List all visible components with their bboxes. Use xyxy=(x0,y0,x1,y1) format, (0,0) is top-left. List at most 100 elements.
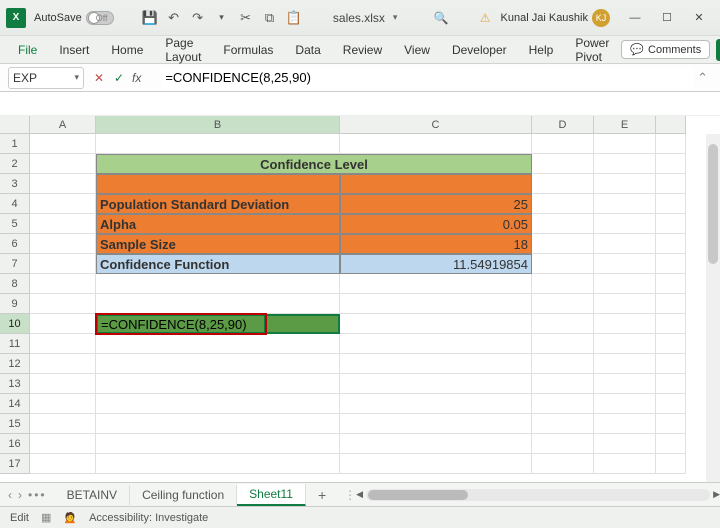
cell[interactable] xyxy=(96,134,340,154)
row-header[interactable]: 13 xyxy=(0,374,30,394)
tab-formulas[interactable]: Formulas xyxy=(213,39,283,61)
row-header[interactable]: 14 xyxy=(0,394,30,414)
avatar[interactable]: KJ xyxy=(592,9,610,27)
hscroll-left-icon[interactable]: ◀ xyxy=(356,489,363,500)
cut-icon[interactable]: ✂ xyxy=(238,10,254,26)
row-header[interactable]: 1 xyxy=(0,134,30,154)
col-header-d[interactable]: D xyxy=(532,116,594,134)
row-header[interactable]: 7 xyxy=(0,254,30,274)
value-sample[interactable]: 18 xyxy=(340,234,532,254)
cell[interactable] xyxy=(656,194,686,214)
col-header-e[interactable]: E xyxy=(594,116,656,134)
vscroll-thumb[interactable] xyxy=(708,144,718,264)
cell[interactable] xyxy=(532,454,594,474)
copy-icon[interactable]: ⧉ xyxy=(262,10,278,26)
cell[interactable] xyxy=(594,334,656,354)
row-header[interactable]: 6 xyxy=(0,234,30,254)
share-button[interactable]: ↗ xyxy=(716,39,720,61)
sheet-tab-betainv[interactable]: BETAINV xyxy=(55,485,130,505)
accessibility-label[interactable]: Accessibility: Investigate xyxy=(89,512,208,524)
cell[interactable] xyxy=(30,394,96,414)
cell[interactable] xyxy=(30,454,96,474)
label-alpha[interactable]: Alpha xyxy=(96,214,340,234)
cell[interactable] xyxy=(340,394,532,414)
row-header[interactable]: 2 xyxy=(0,154,30,174)
cancel-formula-icon[interactable]: ✕ xyxy=(92,71,106,85)
add-sheet-button[interactable]: + xyxy=(306,487,338,503)
row-header[interactable]: 11 xyxy=(0,334,30,354)
cell[interactable] xyxy=(532,274,594,294)
tab-home[interactable]: Home xyxy=(101,39,153,61)
cell[interactable] xyxy=(30,194,96,214)
cell[interactable] xyxy=(656,274,686,294)
cell[interactable] xyxy=(594,194,656,214)
cell[interactable] xyxy=(96,294,340,314)
label-sample[interactable]: Sample Size xyxy=(96,234,340,254)
cell[interactable] xyxy=(594,134,656,154)
col-header-a[interactable]: A xyxy=(30,116,96,134)
warning-icon[interactable]: ⚠ xyxy=(480,11,491,25)
tab-review[interactable]: Review xyxy=(333,39,392,61)
cell[interactable] xyxy=(532,334,594,354)
value-psd[interactable]: 25 xyxy=(340,194,532,214)
accessibility-icon[interactable]: 🙍 xyxy=(63,511,77,524)
cell[interactable] xyxy=(656,434,686,454)
cell[interactable] xyxy=(594,434,656,454)
cell[interactable] xyxy=(656,354,686,374)
tab-view[interactable]: View xyxy=(394,39,440,61)
cell[interactable] xyxy=(96,334,340,354)
cell[interactable] xyxy=(96,414,340,434)
hscroll-right-icon[interactable]: ▶ xyxy=(713,489,720,500)
cell[interactable] xyxy=(532,154,594,174)
row-header[interactable]: 12 xyxy=(0,354,30,374)
tab-help[interactable]: Help xyxy=(519,39,564,61)
cell[interactable] xyxy=(656,414,686,434)
cell[interactable] xyxy=(532,254,594,274)
fx-icon[interactable]: fx xyxy=(132,71,141,85)
cell[interactable] xyxy=(96,374,340,394)
cell[interactable] xyxy=(340,354,532,374)
qat-dropdown-icon[interactable]: ▾ xyxy=(214,10,230,26)
cell[interactable] xyxy=(532,374,594,394)
cell[interactable] xyxy=(96,394,340,414)
enter-formula-icon[interactable]: ✓ xyxy=(112,71,126,85)
tab-developer[interactable]: Developer xyxy=(442,39,517,61)
cell[interactable] xyxy=(96,174,340,194)
tab-file[interactable]: File xyxy=(8,39,47,61)
cell[interactable] xyxy=(96,434,340,454)
cell[interactable] xyxy=(594,394,656,414)
row-header[interactable]: 17 xyxy=(0,454,30,474)
cell[interactable] xyxy=(340,414,532,434)
paste-icon[interactable]: 📋 xyxy=(286,10,302,26)
row-header[interactable]: 4 xyxy=(0,194,30,214)
cell[interactable] xyxy=(532,414,594,434)
cell[interactable] xyxy=(340,434,532,454)
row-header[interactable]: 5 xyxy=(0,214,30,234)
col-header-c[interactable]: C xyxy=(340,116,532,134)
cell[interactable] xyxy=(30,354,96,374)
col-header-f[interactable] xyxy=(656,116,686,134)
cell[interactable] xyxy=(656,234,686,254)
cell[interactable] xyxy=(30,154,96,174)
cell[interactable] xyxy=(96,274,340,294)
maximize-button[interactable]: ☐ xyxy=(652,7,682,29)
cell[interactable] xyxy=(266,314,340,334)
cell[interactable] xyxy=(594,314,656,334)
namebox-dropdown-icon[interactable]: ▾ xyxy=(74,72,79,83)
cell[interactable] xyxy=(340,334,532,354)
cell[interactable] xyxy=(594,374,656,394)
cell[interactable] xyxy=(532,214,594,234)
cell[interactable] xyxy=(340,274,532,294)
cell[interactable] xyxy=(30,374,96,394)
row-header[interactable]: 8 xyxy=(0,274,30,294)
cell[interactable] xyxy=(96,454,340,474)
cell[interactable] xyxy=(656,214,686,234)
label-psd[interactable]: Population Standard Deviation xyxy=(96,194,340,214)
sheet-next-icon[interactable]: › xyxy=(18,488,22,502)
cell[interactable] xyxy=(30,434,96,454)
save-icon[interactable]: 💾 xyxy=(142,10,158,26)
cell[interactable] xyxy=(594,174,656,194)
minimize-button[interactable]: — xyxy=(620,7,650,29)
cell[interactable] xyxy=(656,394,686,414)
cell[interactable] xyxy=(594,254,656,274)
